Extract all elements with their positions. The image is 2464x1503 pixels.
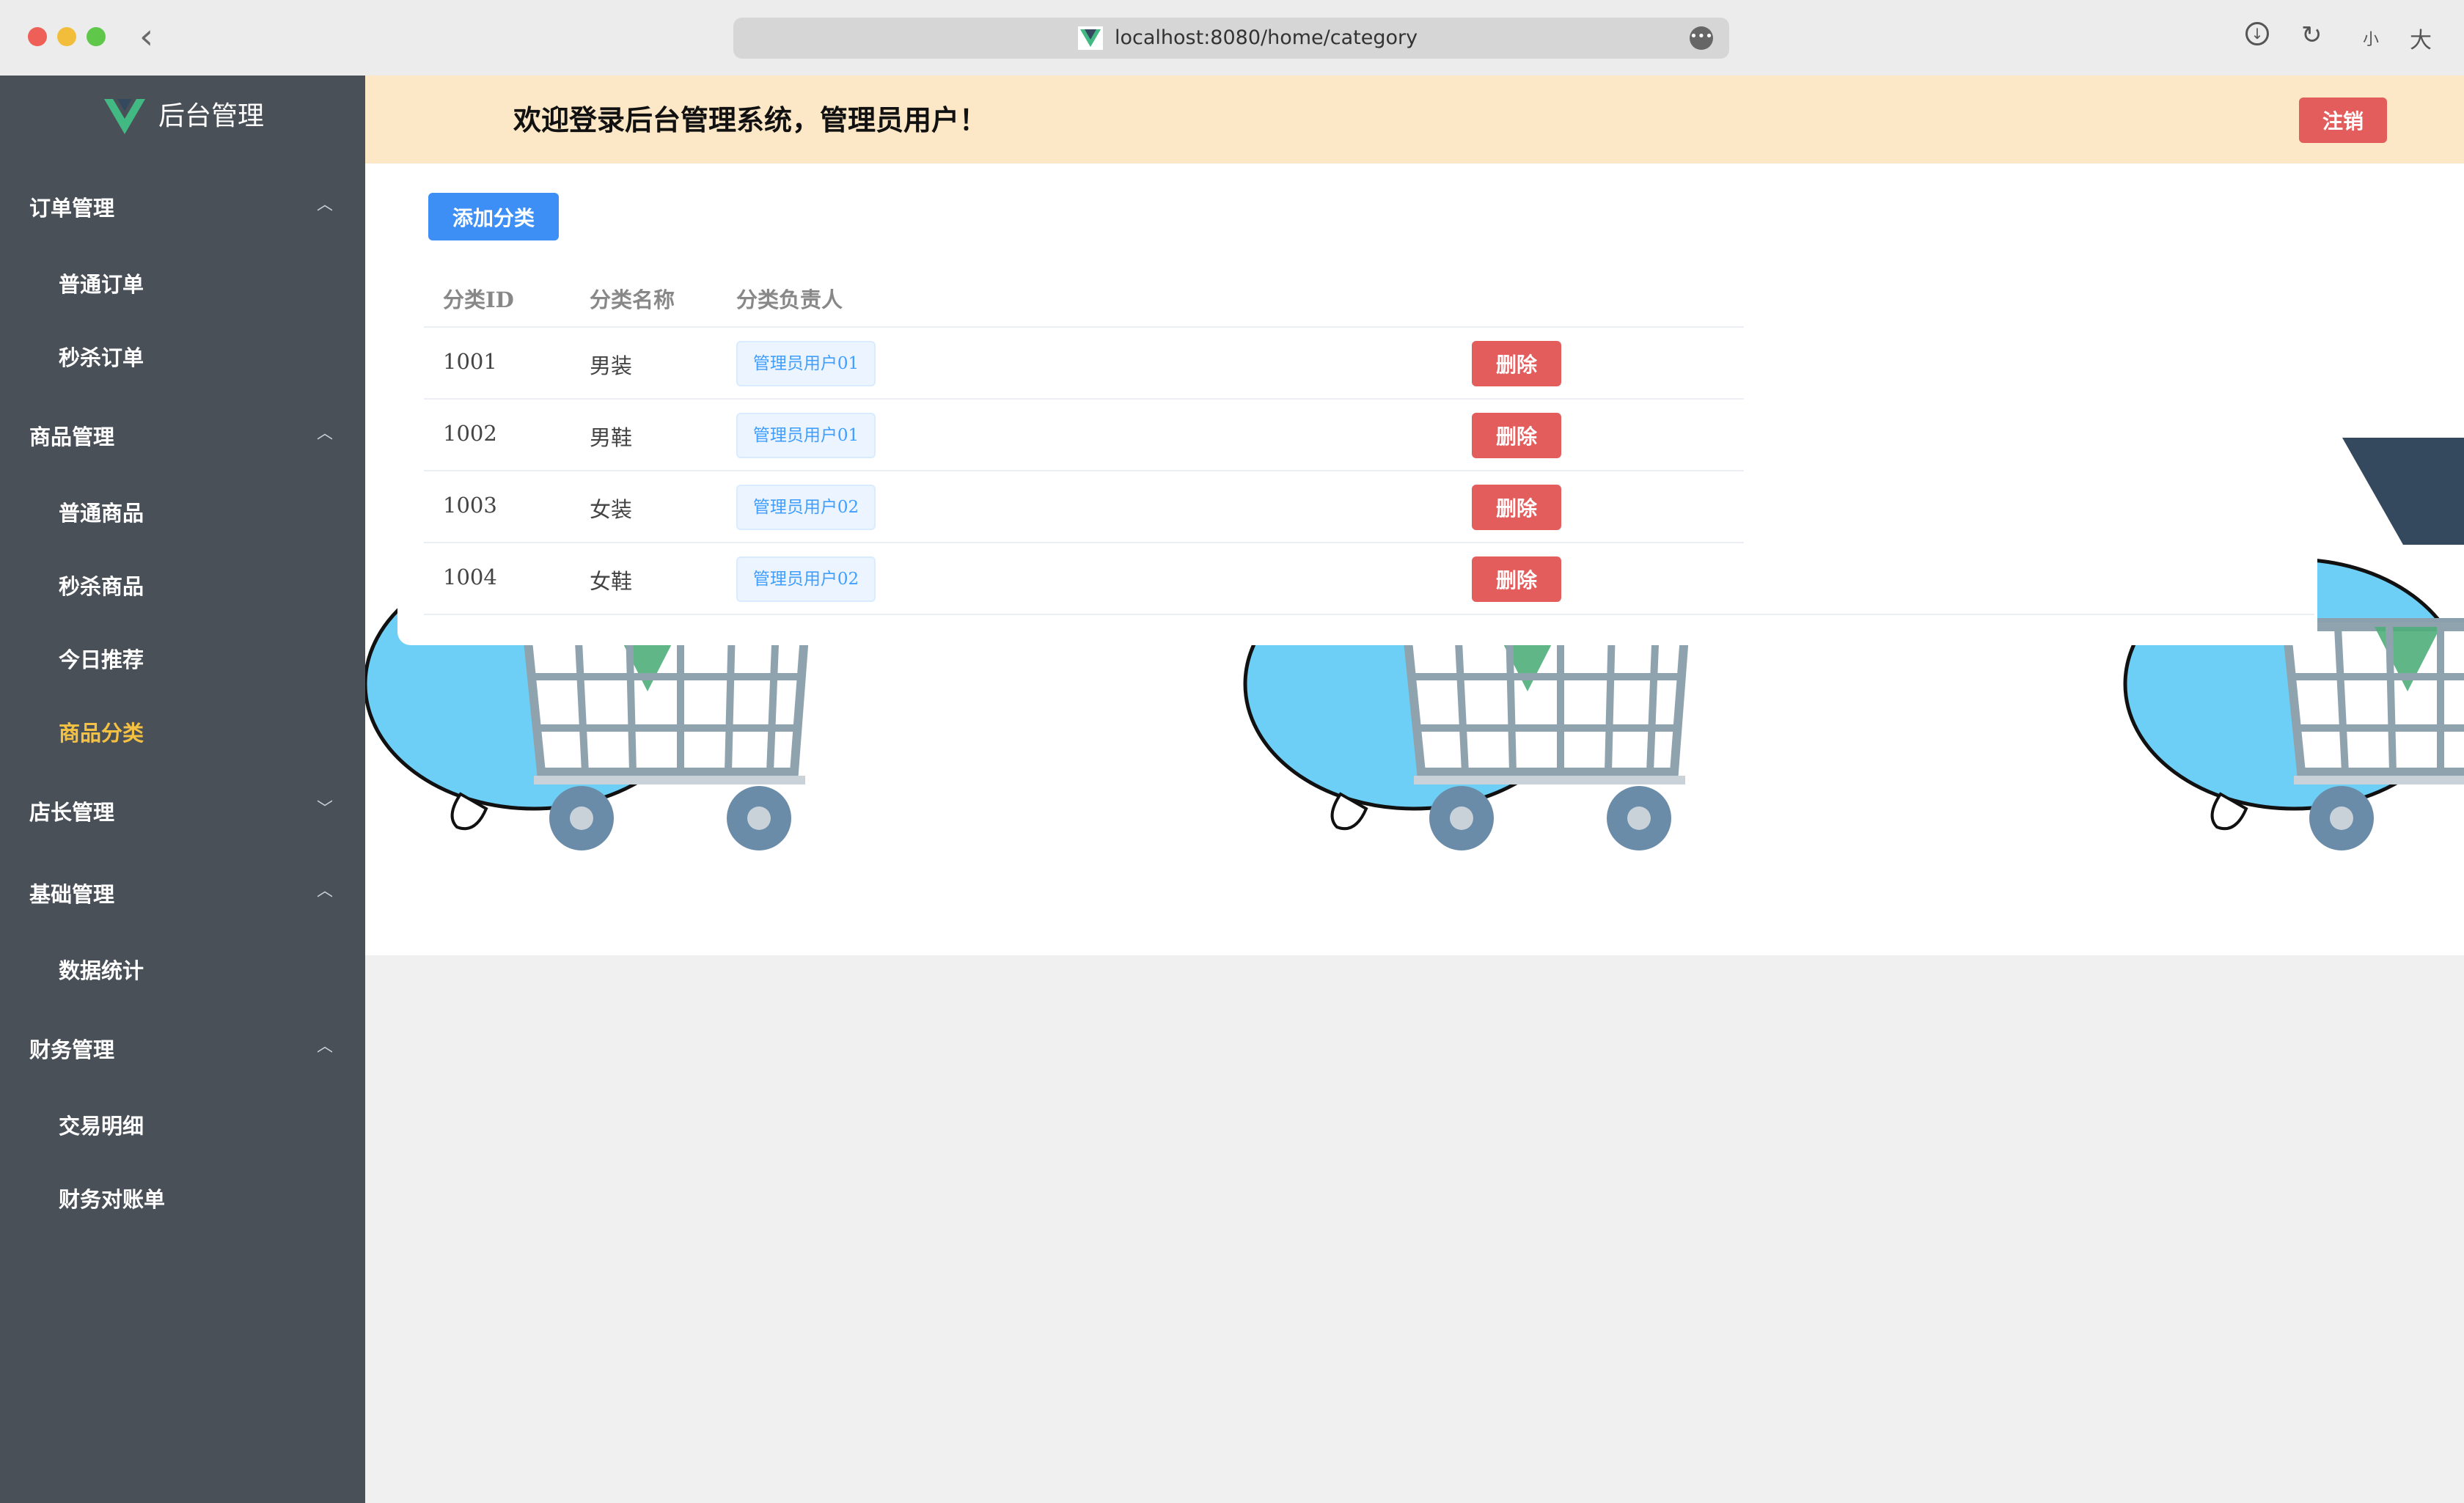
- minimize-window-button[interactable]: [57, 27, 76, 46]
- download-icon[interactable]: ↓: [2245, 22, 2269, 45]
- vue-favicon-icon: [1078, 26, 1103, 50]
- menu-item-product-category[interactable]: 商品分类: [59, 716, 144, 747]
- table-divider: [424, 542, 1744, 543]
- owner-tag: 管理员用户02: [736, 485, 876, 530]
- close-window-button[interactable]: [28, 27, 47, 46]
- chevron-up-icon[interactable]: ︿: [317, 878, 333, 901]
- menu-item-reconciliation[interactable]: 财务对账单: [59, 1183, 165, 1213]
- column-header-name: 分类名称: [590, 287, 675, 312]
- more-options-icon[interactable]: •••: [1690, 26, 1713, 50]
- table-divider: [424, 398, 1744, 400]
- chevron-up-icon[interactable]: ︿: [317, 420, 333, 444]
- back-arrow-icon[interactable]: ‹: [139, 15, 153, 59]
- text-smaller-button[interactable]: 小: [2363, 26, 2379, 50]
- table-divider: [424, 470, 1744, 471]
- url-text[interactable]: localhost:8080/home/category: [1115, 25, 1418, 51]
- address-bar[interactable]: localhost:8080/home/category •••: [733, 18, 1729, 59]
- menu-group-orders[interactable]: 订单管理: [29, 191, 114, 222]
- menu-item-transactions[interactable]: 交易明细: [59, 1109, 144, 1140]
- cell-category-id: 1004: [443, 565, 497, 589]
- menu-group-store-managers[interactable]: 店长管理: [29, 795, 114, 826]
- owner-tag: 管理员用户01: [736, 413, 876, 458]
- column-header-owner: 分类负责人: [736, 287, 843, 312]
- vue-logo-icon: [104, 99, 145, 134]
- delete-button[interactable]: 删除: [1472, 485, 1561, 530]
- menu-item-today-recommend[interactable]: 今日推荐: [59, 643, 144, 674]
- cell-category-name: 女鞋: [590, 569, 633, 594]
- sidebar: 后台管理 订单管理 ︿ 普通订单 秒杀订单 商品管理 ︿ 普通商品 秒杀商品 今…: [0, 76, 365, 1503]
- browser-toolbar: ‹ localhost:8080/home/category ••• ↓ ↻ 小…: [0, 0, 2464, 76]
- cell-category-id: 1001: [443, 349, 497, 374]
- menu-item-normal-orders[interactable]: 普通订单: [59, 268, 144, 298]
- column-header-id: 分类ID: [443, 287, 514, 312]
- menu-item-flash-orders[interactable]: 秒杀订单: [59, 341, 144, 372]
- delete-button[interactable]: 删除: [1472, 413, 1561, 458]
- cell-category-name: 男装: [590, 353, 633, 378]
- table-divider: [424, 614, 2314, 615]
- menu-item-flash-products[interactable]: 秒杀商品: [59, 570, 144, 600]
- menu-item-statistics[interactable]: 数据统计: [59, 954, 144, 985]
- cell-category-name: 女装: [590, 497, 633, 522]
- table-divider: [424, 326, 1744, 328]
- chevron-up-icon[interactable]: ︿: [317, 191, 333, 215]
- owner-tag: 管理员用户01: [736, 341, 876, 386]
- reload-icon[interactable]: ↻: [2301, 21, 2322, 50]
- category-table-card: [397, 163, 2317, 645]
- welcome-message: 欢迎登录后台管理系统，管理员用户！: [513, 103, 988, 136]
- menu-group-finance[interactable]: 财务管理: [29, 1033, 114, 1064]
- cell-category-id: 1002: [443, 421, 497, 446]
- delete-button[interactable]: 删除: [1472, 341, 1561, 386]
- zoom-window-button[interactable]: [87, 27, 106, 46]
- cell-category-name: 男鞋: [590, 425, 633, 450]
- menu-group-basic[interactable]: 基础管理: [29, 878, 114, 908]
- app-title: 后台管理: [158, 101, 265, 131]
- owner-tag: 管理员用户02: [736, 556, 876, 602]
- delete-button[interactable]: 删除: [1472, 556, 1561, 602]
- menu-item-normal-products[interactable]: 普通商品: [59, 496, 144, 527]
- cell-category-id: 1003: [443, 493, 497, 518]
- chevron-up-icon[interactable]: ︿: [317, 1033, 333, 1056]
- text-larger-button[interactable]: 大: [2410, 22, 2432, 54]
- add-category-button[interactable]: 添加分类: [428, 193, 559, 240]
- menu-group-products[interactable]: 商品管理: [29, 420, 114, 451]
- chevron-down-icon[interactable]: ﹀: [317, 795, 333, 819]
- logout-button[interactable]: 注销: [2299, 98, 2387, 143]
- top-header: 欢迎登录后台管理系统，管理员用户！ 注销: [365, 76, 2464, 163]
